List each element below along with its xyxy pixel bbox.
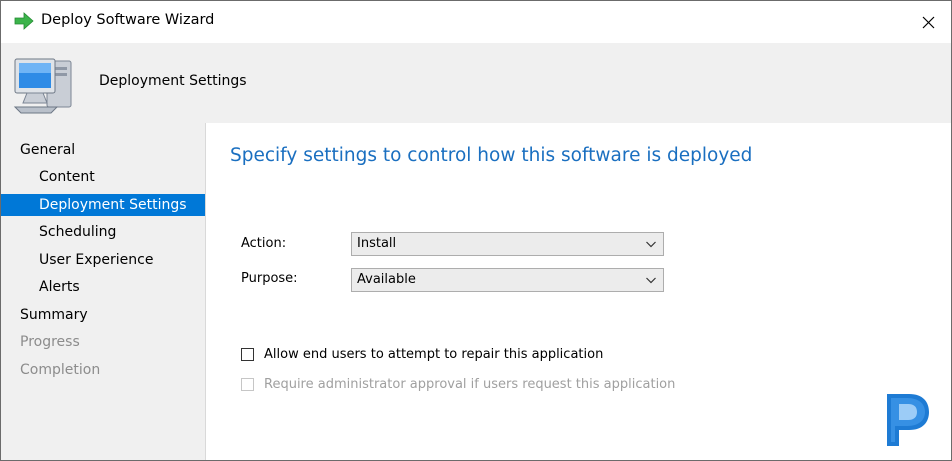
main-panel: Specify settings to control how this sof… [207, 123, 951, 460]
chevron-down-icon [646, 277, 656, 284]
nav-item-label: Completion [20, 362, 101, 378]
computer-icon [13, 58, 72, 114]
close-icon [922, 16, 934, 28]
nav-item-label: General [20, 142, 76, 158]
nav-item-summary[interactable]: Summary [1, 304, 205, 326]
green-arrow-icon [14, 12, 34, 30]
window-title: Deploy Software Wizard [41, 12, 215, 28]
repair-checkbox-label: Allow end users to attempt to repair thi… [264, 346, 604, 362]
nav-item-progress: Progress [1, 331, 205, 353]
wizard-navigation: General Content Deployment Settings Sche… [1, 123, 206, 460]
nav-item-label: User Experience [39, 252, 154, 268]
page-title: Deployment Settings [99, 73, 247, 89]
nav-item-user-experience[interactable]: User Experience [1, 249, 205, 271]
repair-option[interactable]: Allow end users to attempt to repair thi… [241, 345, 603, 363]
approval-option: Require administrator approval if users … [241, 375, 675, 393]
nav-item-label: Alerts [39, 279, 80, 295]
purpose-label: Purpose: [241, 271, 298, 286]
approval-checkbox-label: Require administrator approval if users … [264, 376, 676, 392]
nav-item-content[interactable]: Content [1, 166, 205, 188]
nav-item-general[interactable]: General [1, 139, 205, 161]
section-heading: Specify settings to control how this sof… [230, 145, 753, 166]
prajwal-p-logo [887, 394, 929, 446]
chevron-down-icon [646, 241, 656, 248]
wizard-window: Deploy Software Wizard Deployment Settin… [0, 0, 952, 461]
nav-item-label: Progress [20, 334, 80, 350]
nav-item-scheduling[interactable]: Scheduling [1, 221, 205, 243]
nav-item-completion: Completion [1, 359, 205, 381]
purpose-value: Available [357, 272, 416, 287]
close-button[interactable] [905, 1, 951, 43]
nav-item-label: Scheduling [39, 224, 117, 240]
action-dropdown[interactable]: Install [351, 232, 664, 256]
nav-item-label: Deployment Settings [39, 197, 187, 213]
approval-checkbox [241, 377, 254, 391]
nav-item-alerts[interactable]: Alerts [1, 276, 205, 298]
action-value: Install [357, 236, 397, 251]
wizard-header: Deployment Settings [1, 43, 951, 123]
repair-checkbox[interactable] [241, 347, 254, 361]
nav-item-label: Content [39, 169, 95, 185]
nav-item-deployment-settings[interactable]: Deployment Settings [1, 194, 205, 216]
purpose-dropdown[interactable]: Available [351, 268, 664, 292]
action-label: Action: [241, 236, 287, 251]
title-bar: Deploy Software Wizard [1, 1, 951, 43]
nav-item-label: Summary [20, 307, 88, 323]
